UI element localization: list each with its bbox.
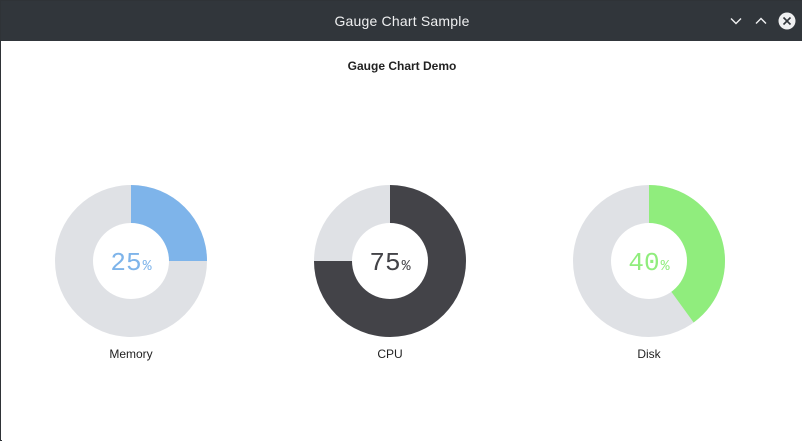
gauge-memory-donut: 25% — [55, 185, 207, 337]
app-window: Gauge Chart Sample Gauge Chart Demo 25% … — [0, 0, 802, 441]
close-icon — [778, 12, 796, 30]
gauge-disk: 40% Disk — [569, 181, 729, 371]
gauge-label: Memory — [109, 347, 153, 361]
chart-area: Gauge Chart Demo 25% Memory 75% CPU 40% … — [2, 41, 802, 441]
chart-title: Gauge Chart Demo — [347, 59, 457, 73]
maximize-button[interactable] — [751, 11, 771, 31]
gauge-label: CPU — [377, 347, 403, 361]
chevron-up-icon — [755, 17, 767, 24]
close-button[interactable] — [777, 11, 797, 31]
gauge-disk-donut: 40% — [573, 185, 725, 337]
gauge-cpu-donut: 75% — [314, 185, 466, 337]
minimize-button[interactable] — [726, 11, 746, 31]
gauge-cpu: 75% CPU — [310, 181, 470, 371]
title-bar[interactable]: Gauge Chart Sample — [1, 1, 802, 41]
gauge-memory: 25% Memory — [51, 181, 211, 371]
chevron-down-icon — [730, 18, 742, 25]
window-title: Gauge Chart Sample — [334, 13, 470, 29]
gauge-label: Disk — [637, 347, 661, 361]
